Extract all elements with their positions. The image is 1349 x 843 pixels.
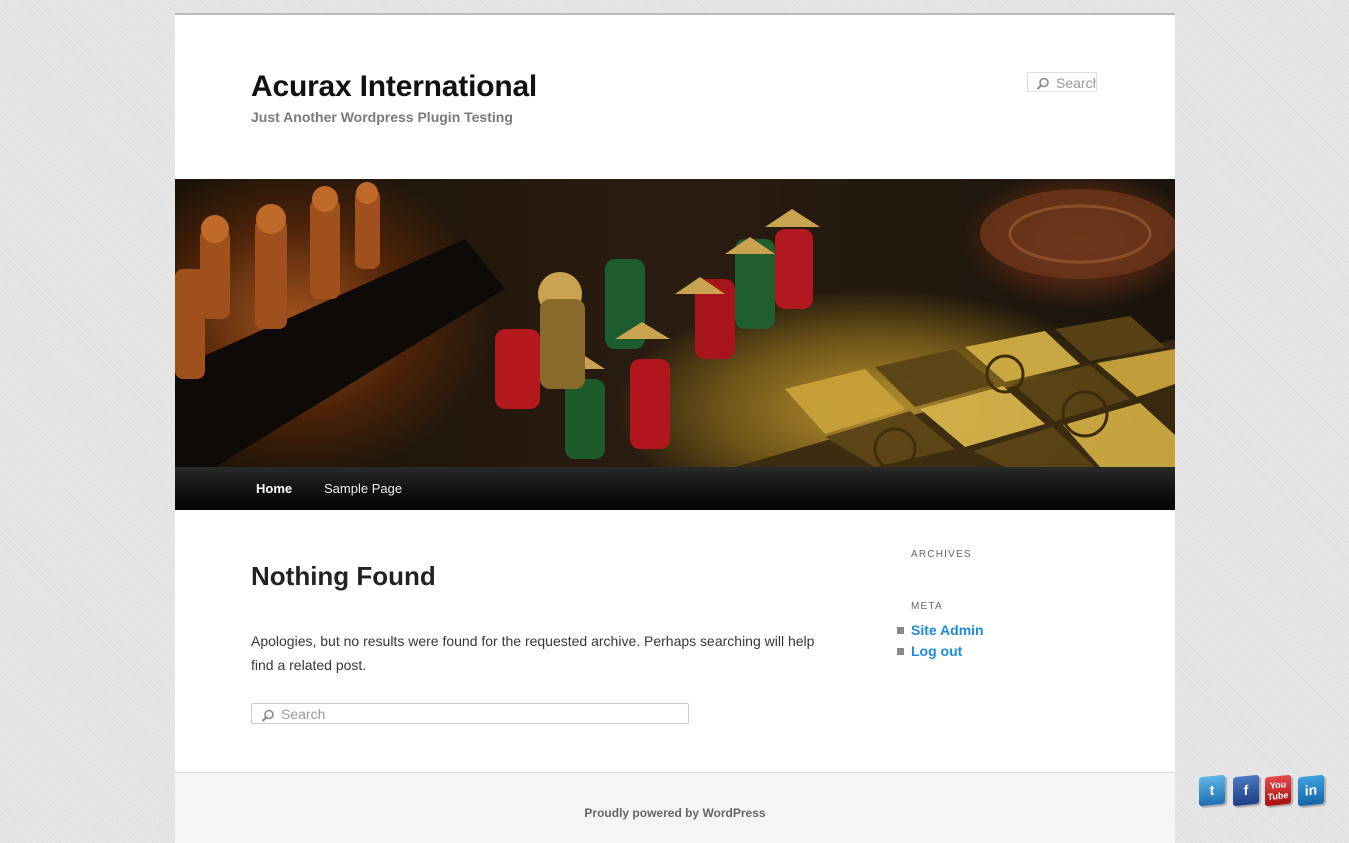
site-footer: Proudly powered by WordPress	[175, 772, 1175, 843]
search-icon	[261, 709, 274, 722]
page-container: Acurax International Just Another Wordpr…	[175, 13, 1175, 843]
facebook-icon[interactable]: f	[1233, 774, 1259, 807]
chess-board-photo	[175, 182, 1175, 467]
twitter-icon[interactable]: t	[1199, 774, 1225, 807]
main-navigation: Home Sample Page	[175, 467, 1175, 510]
footer-credit-link[interactable]: Proudly powered by WordPress	[175, 806, 1175, 820]
content-search-input[interactable]	[281, 706, 676, 722]
site-admin-link[interactable]: Site Admin	[911, 622, 984, 638]
header-image	[175, 179, 1175, 467]
meta-widget-title: META	[911, 601, 943, 612]
content-search-form[interactable]	[251, 703, 689, 724]
search-icon	[1036, 77, 1049, 90]
nav-item-home[interactable]: Home	[256, 481, 292, 496]
nav-item-sample-page[interactable]: Sample Page	[324, 481, 402, 496]
page-title: Nothing Found	[251, 561, 436, 591]
no-results-message: Apologies, but no results were found for…	[251, 633, 815, 673]
bullet-icon	[897, 648, 904, 655]
youtube-icon[interactable]: You Tube	[1265, 774, 1291, 807]
site-description: Just Another Wordpress Plugin Testing	[251, 109, 513, 125]
bullet-icon	[897, 627, 904, 634]
header-search-form[interactable]	[1027, 72, 1097, 92]
archives-widget-title: ARCHIVES	[911, 549, 972, 560]
header-search-input[interactable]	[1056, 75, 1096, 91]
log-out-link[interactable]: Log out	[911, 643, 962, 659]
linkedin-icon[interactable]: in	[1298, 774, 1324, 807]
site-title[interactable]: Acurax International	[251, 70, 537, 104]
